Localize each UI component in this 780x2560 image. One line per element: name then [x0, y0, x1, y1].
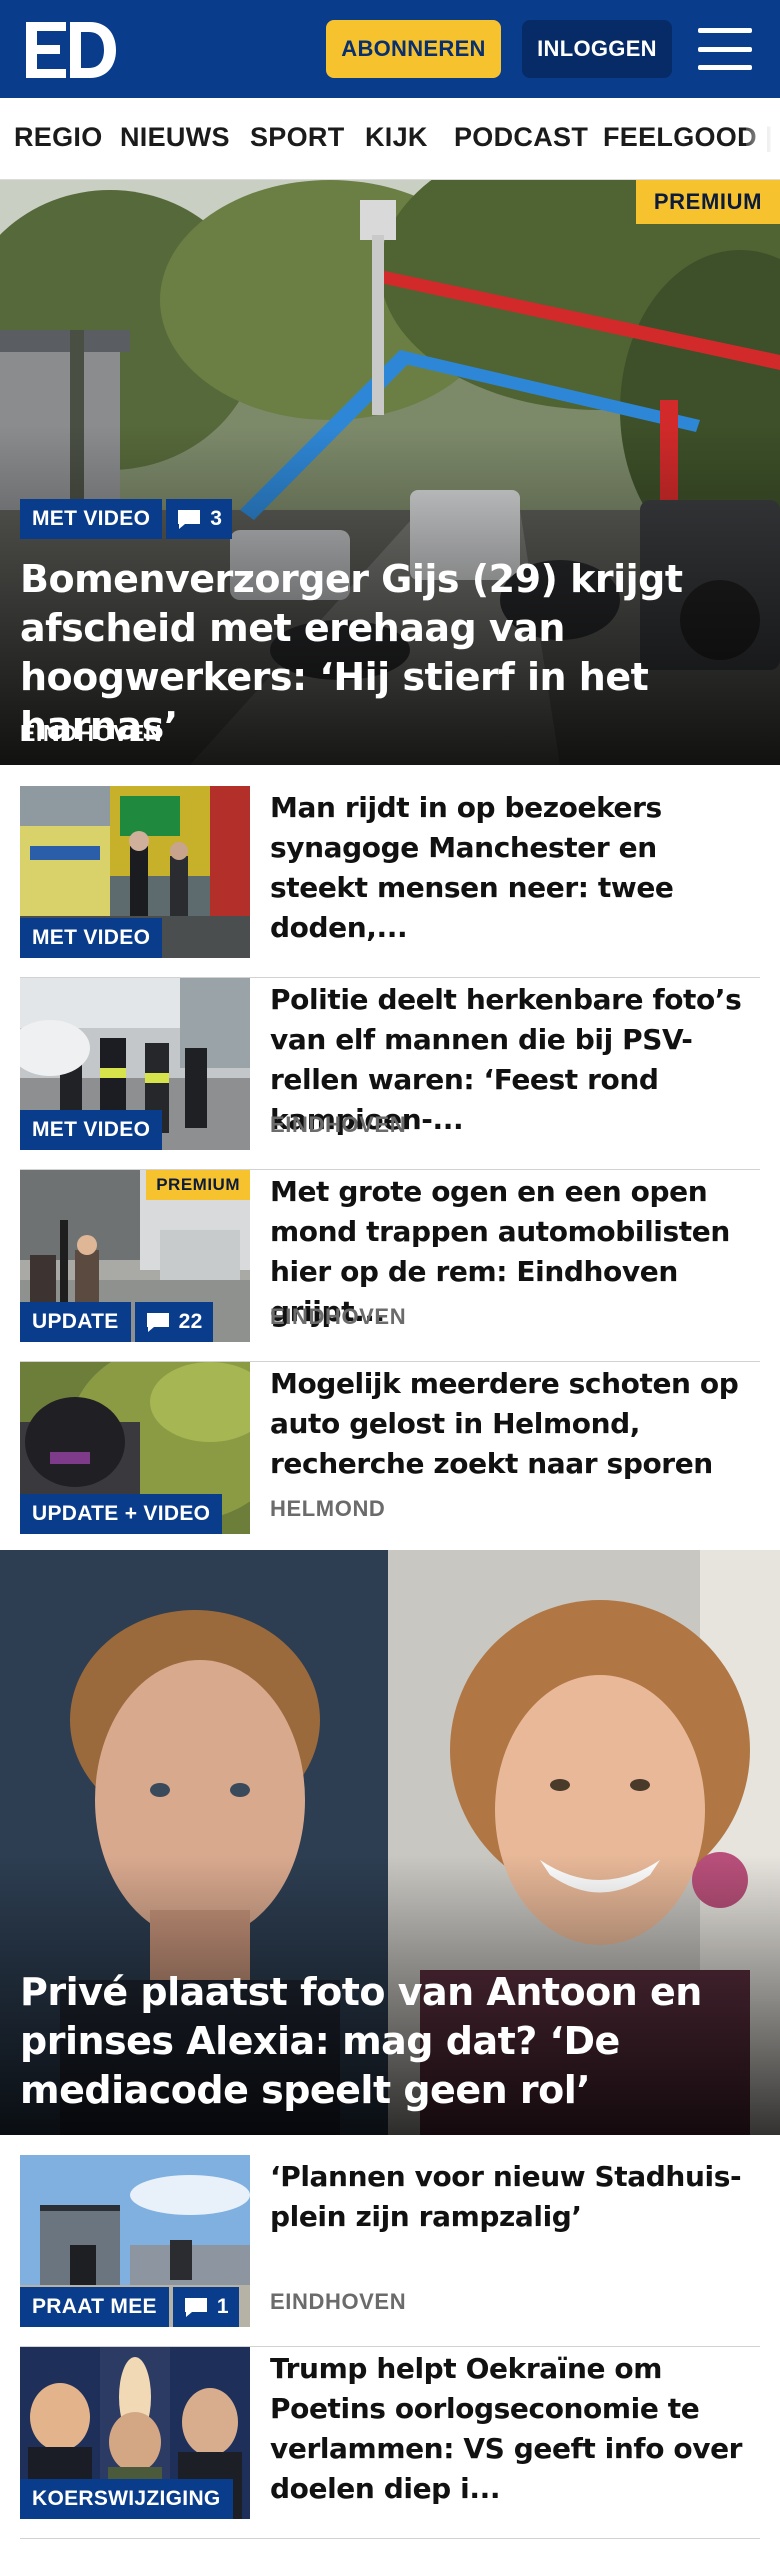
nav-item-regio[interactable]: REGIO [14, 122, 103, 153]
login-button[interactable]: INLOGGEN [522, 20, 672, 78]
article-headline[interactable]: Man rijdt in op bezoekers synagoge Manch… [270, 788, 760, 948]
article-thumbnail: PRAAT MEE 1 [20, 2155, 250, 2327]
hero-location: EINDHOVEN [20, 720, 163, 746]
premium-badge: PREMIUM [635, 180, 780, 224]
comment-icon [146, 1313, 169, 1332]
premium-badge: PREMIUM [146, 1170, 250, 1200]
nav-item-podcast[interactable]: PODCAST [454, 122, 588, 153]
thumb-labels: PRAAT MEE 1 [20, 2287, 239, 2327]
comment-icon [178, 510, 201, 529]
list-item[interactable]: PRAAT MEE 1 ‘Plannen voor nieuw Stadhuis… [20, 2155, 760, 2347]
ed-logo[interactable] [26, 22, 116, 78]
article-thumbnail: MET VIDEO [20, 786, 250, 958]
subscribe-button[interactable]: ABONNEREN [326, 20, 501, 78]
comment-icon [184, 2298, 207, 2317]
nav-item-sport[interactable]: SPORT [250, 122, 345, 153]
nav-item-nieuws[interactable]: NIEUWS [120, 122, 230, 153]
comment-count: 3 [210, 507, 223, 530]
comment-count-badge[interactable]: 22 [134, 1302, 213, 1342]
article-thumbnail: PREMIUM UPDATE 22 [20, 1170, 250, 1342]
comment-count: 22 [178, 1310, 203, 1333]
thumb-labels: MET VIDEO [20, 918, 163, 958]
comment-count: 1 [216, 2295, 229, 2318]
comment-count-badge[interactable]: 1 [172, 2287, 239, 2327]
article-headline[interactable]: Mogelijk meerdere schoten op auto gelost… [270, 1364, 760, 1484]
menu-line [698, 46, 752, 52]
discuss-label: PRAAT MEE [20, 2287, 169, 2327]
list-item[interactable]: MET VIDEO Man rijdt in op bezoekers syna… [20, 786, 760, 978]
video-label: MET VIDEO [20, 918, 163, 958]
course-change-label: KOERSWIJZIGING [20, 2479, 233, 2519]
thumb-labels: UPDATE 22 [20, 1302, 213, 1342]
hero-article[interactable]: PREMIUM MET VIDEO 3 Bomenverzorger Gijs … [0, 180, 780, 765]
thumb-labels: KOERSWIJZIGING [20, 2479, 233, 2519]
video-label: MET VIDEO [20, 1110, 163, 1150]
hero-labels: MET VIDEO 3 [20, 499, 233, 539]
menu-line [698, 65, 752, 70]
hamburger-menu-icon[interactable] [698, 24, 752, 74]
feature-article[interactable]: Privé plaatst foto van Antoon en prinses… [0, 1550, 780, 2135]
article-location: EINDHOVEN [270, 2289, 407, 2314]
top-bar: ABONNEREN INLOGGEN [0, 0, 780, 98]
nav-scroll-fade [746, 98, 780, 179]
article-location: HELMOND [270, 1496, 386, 1521]
list-item[interactable]: MET VIDEO Politie deelt herkenbare foto’… [20, 978, 760, 1170]
thumb-labels: UPDATE + VIDEO [20, 1494, 223, 1534]
article-headline[interactable]: ‘Plannen voor nieuw Stadhuis­plein zijn … [270, 2157, 760, 2237]
list-item[interactable]: KOERSWIJZIGING Trump helpt Oekraïne om P… [20, 2347, 760, 2539]
article-location: EINDHOVEN [270, 1112, 407, 1137]
list-item[interactable]: UPDATE + VIDEO Mogelijk meerdere schoten… [20, 1362, 760, 1554]
article-thumbnail: MET VIDEO [20, 978, 250, 1150]
nav-item-feelgood[interactable]: FEELGOOD [603, 122, 757, 153]
update-label: UPDATE [20, 1302, 131, 1342]
update-video-label: UPDATE + VIDEO [20, 1494, 223, 1534]
article-thumbnail: KOERSWIJZIGING [20, 2347, 250, 2519]
nav-item-kijk[interactable]: KIJK [365, 122, 428, 153]
article-thumbnail: UPDATE + VIDEO [20, 1362, 250, 1534]
list-item[interactable]: PREMIUM UPDATE 22 Met grote ogen en een … [20, 1170, 760, 1362]
logo-mark [26, 22, 116, 78]
article-headline[interactable]: Trump helpt Oekraïne om Poetins oorlogse… [270, 2349, 760, 2509]
section-nav: REGIO NIEUWS SPORT KIJK PODCAST FEELGOOD… [0, 98, 780, 180]
comment-count-badge[interactable]: 3 [166, 499, 233, 539]
article-location: EINDHOVEN [270, 1304, 407, 1329]
feature-headline[interactable]: Privé plaatst foto van Antoon en prinses… [20, 1968, 760, 2115]
video-label: MET VIDEO [20, 499, 163, 539]
thumb-labels: MET VIDEO [20, 1110, 163, 1150]
menu-line [698, 28, 752, 33]
